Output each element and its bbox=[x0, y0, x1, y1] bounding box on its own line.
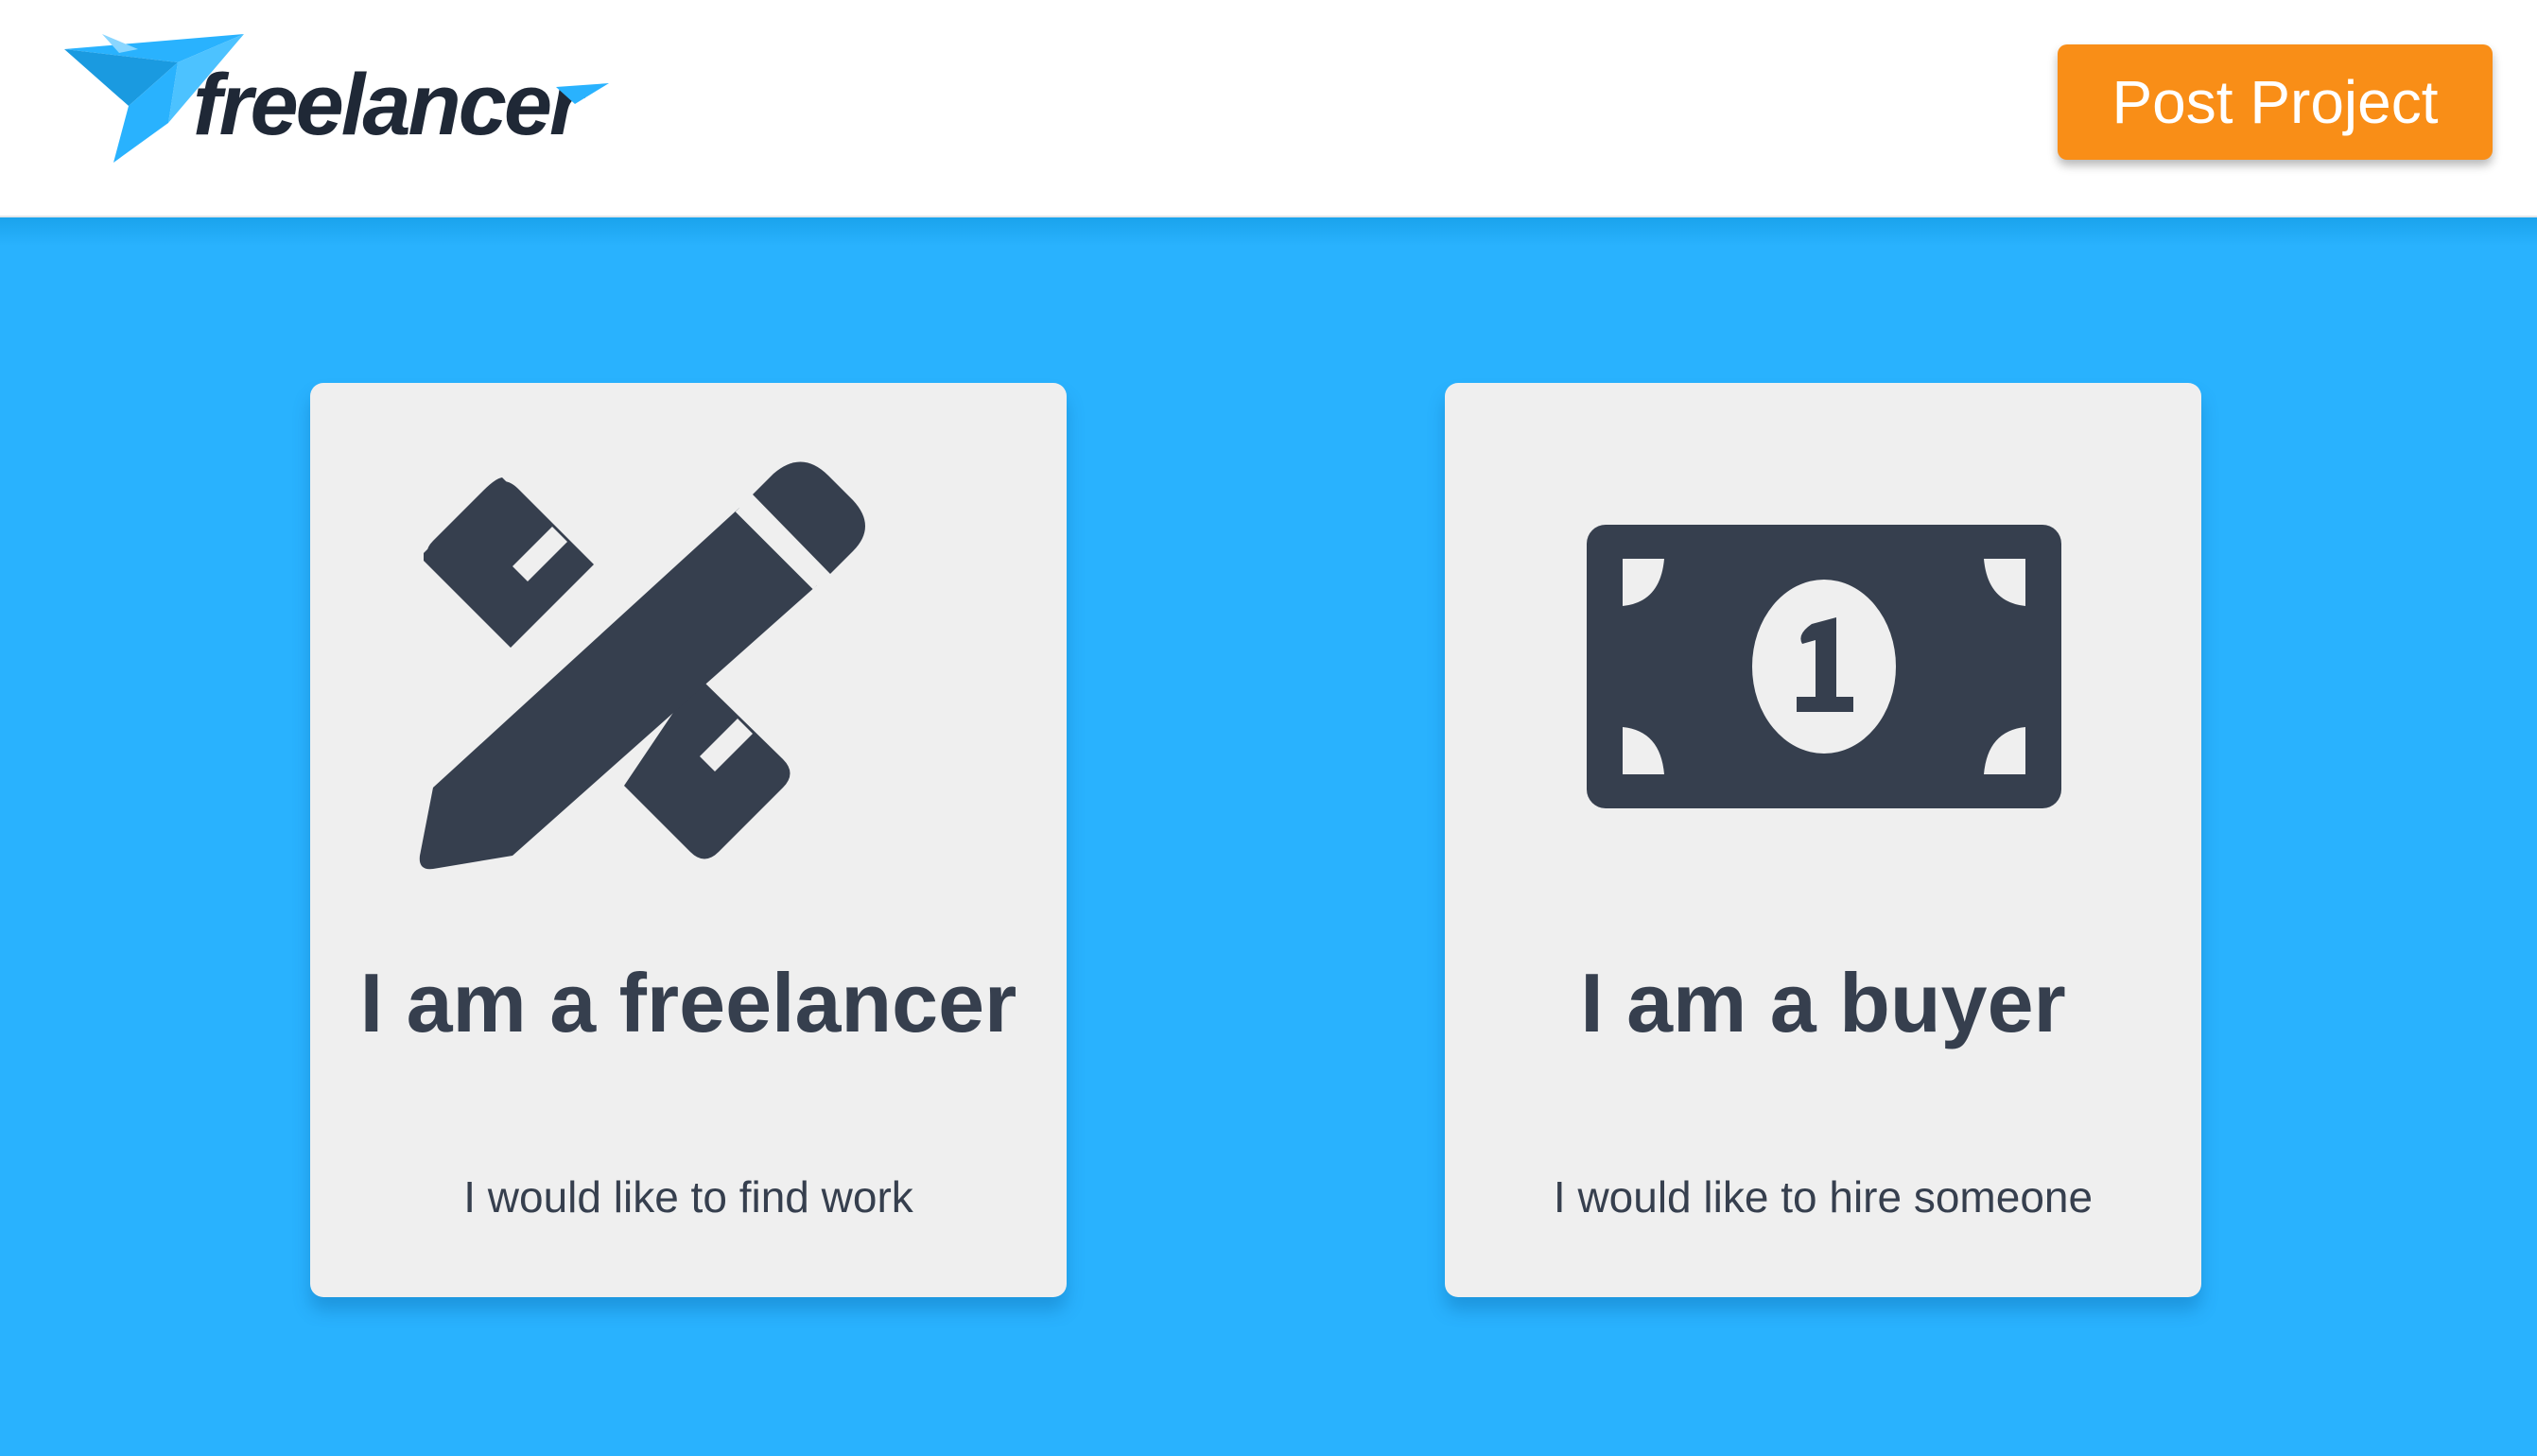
freelancer-card-subtitle: I would like to find work bbox=[463, 1172, 913, 1222]
page: freelancer Post Project I am a freelance… bbox=[0, 0, 2537, 1456]
dollar-bill-icon bbox=[1445, 383, 2201, 879]
freelancer-logo[interactable]: freelancer bbox=[64, 28, 632, 170]
logo-text: freelancer bbox=[193, 57, 587, 153]
buyer-card-subtitle: I would like to hire someone bbox=[1553, 1172, 2094, 1222]
pencil-ruler-icon bbox=[310, 383, 1067, 879]
freelancer-card[interactable]: I am a freelancer I would like to find w… bbox=[310, 383, 1067, 1297]
post-project-button[interactable]: Post Project bbox=[2058, 44, 2493, 160]
freelancer-card-title: I am a freelancer bbox=[359, 956, 1017, 1049]
header: freelancer Post Project bbox=[0, 0, 2537, 217]
buyer-card[interactable]: I am a buyer I would like to hire someon… bbox=[1445, 383, 2201, 1297]
buyer-card-title: I am a buyer bbox=[1580, 956, 2066, 1049]
header-shadow bbox=[0, 217, 2537, 246]
freelancer-bird-icon: freelancer bbox=[64, 34, 609, 163]
